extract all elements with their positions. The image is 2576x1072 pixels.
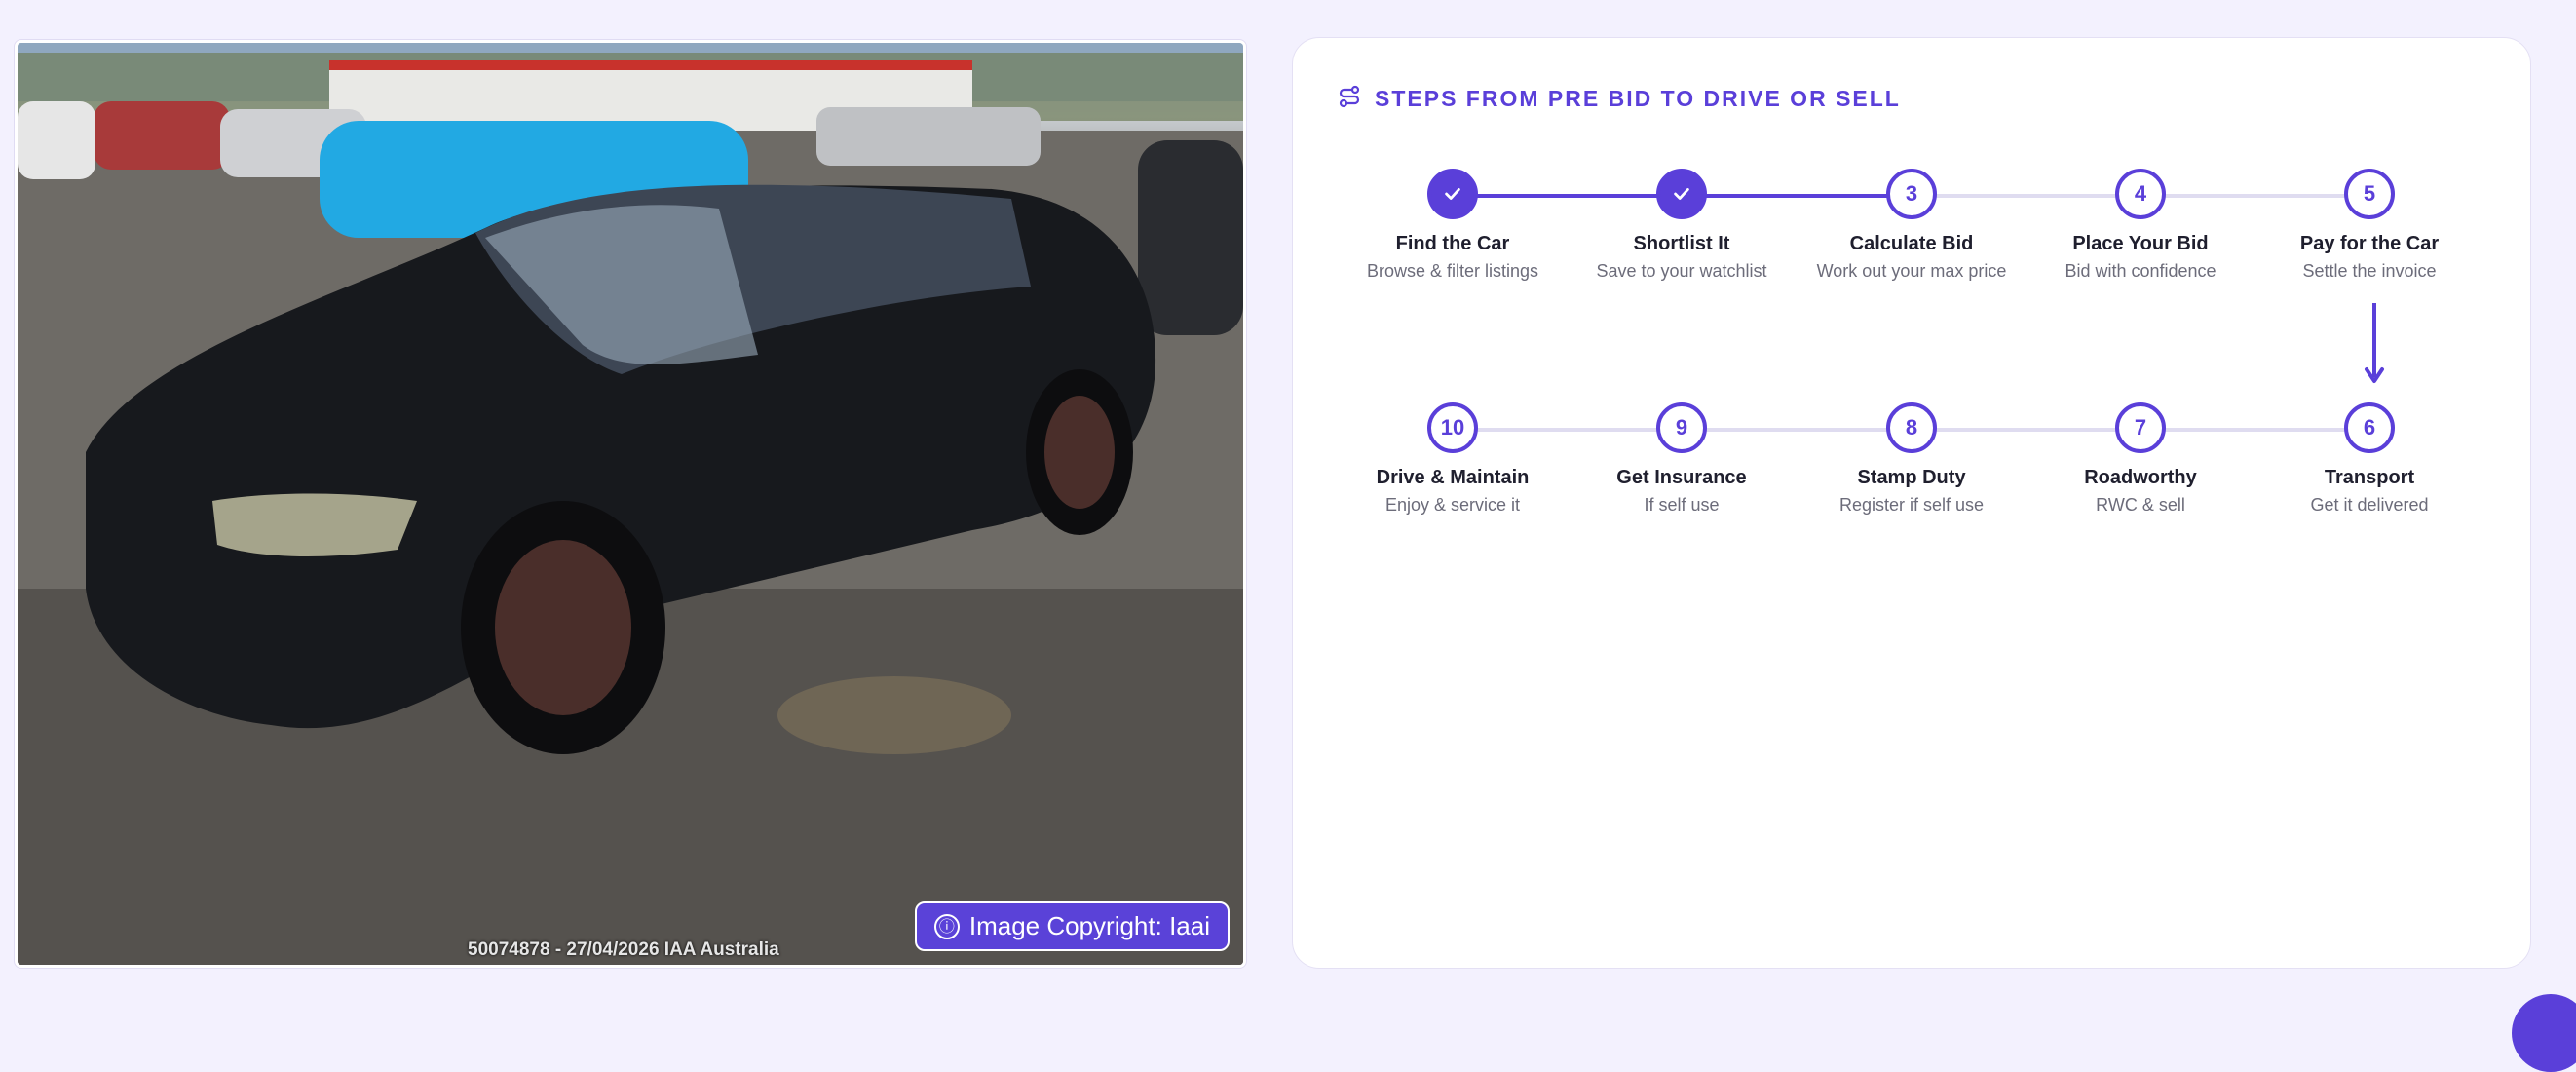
image-copyright-label: Image Copyright: Iaai (968, 911, 1210, 940)
route-icon (1338, 85, 1361, 113)
step-title: Roadworthy (2084, 467, 2197, 488)
vehicle-photo-card: 50074878 - 27/04/2026 IAA Australia ⓘ Im… (14, 39, 1247, 969)
step-title: Calculate Bid (1849, 233, 1974, 254)
step-subtitle: Bid with confidence (2065, 261, 2216, 281)
step-number: 9 (1656, 402, 1707, 453)
arrow-down-icon (2365, 303, 2384, 383)
step-subtitle: Work out your max price (1816, 261, 2007, 281)
step-title: Transport (2324, 467, 2415, 488)
step-title: Find the Car (1395, 233, 1510, 254)
step-subtitle: Register if self use (1838, 495, 1985, 515)
step-number: 8 (1886, 402, 1937, 453)
info-icon: ⓘ (933, 913, 960, 939)
step-8[interactable]: 8 Stamp Duty Register if self use (1799, 402, 2024, 516)
step-subtitle: Settle the invoice (2302, 261, 2437, 281)
step-7[interactable]: 7 Roadworthy RWC & sell (2028, 402, 2253, 516)
step-number: 10 (1427, 402, 1478, 453)
step-subtitle: Browse & filter listings (1366, 261, 1539, 281)
step-title: Place Your Bid (2072, 233, 2209, 254)
image-copyright-badge[interactable]: ⓘ Image Copyright: Iaai (914, 901, 1230, 951)
vehicle-photo[interactable]: 50074878 - 27/04/2026 IAA Australia ⓘ Im… (18, 43, 1243, 965)
steps-card: STEPS FROM PRE BID TO DRIVE OR SELL Find… (1292, 37, 2531, 969)
step-subtitle: If self use (1644, 495, 1720, 515)
step-1-checkmark-icon (1427, 169, 1478, 219)
step-5[interactable]: 5 Pay for the Car Settle the invoice (2257, 169, 2481, 282)
step-title: Pay for the Car (2299, 233, 2440, 254)
steps-header: STEPS FROM PRE BID TO DRIVE OR SELL (1338, 85, 1901, 113)
step-title: Drive & Maintain (1376, 467, 1530, 488)
steps-title: STEPS FROM PRE BID TO DRIVE OR SELL (1375, 86, 1901, 111)
step-number: 4 (2115, 169, 2166, 219)
step-4[interactable]: 4 Place Your Bid Bid with confidence (2028, 169, 2253, 282)
step-title: Stamp Duty (1857, 467, 1966, 488)
step-subtitle: RWC & sell (2096, 495, 2185, 515)
step-9[interactable]: 9 Get Insurance If self use (1570, 402, 1794, 516)
step-number: 6 (2344, 402, 2395, 453)
step-number: 7 (2115, 402, 2166, 453)
step-subtitle: Save to your watchlist (1596, 261, 1767, 281)
vehicle-photo-illustration (18, 43, 1243, 965)
step-2-checkmark-icon (1656, 169, 1707, 219)
step-2[interactable]: Shortlist It Save to your watchlist (1570, 169, 1794, 282)
step-10[interactable]: 10 Drive & Maintain Enjoy & service it (1341, 402, 1565, 516)
photo-watermark: 50074878 - 27/04/2026 IAA Australia (468, 939, 779, 960)
step-number: 3 (1886, 169, 1937, 219)
floating-action-button[interactable] (2512, 994, 2576, 1072)
step-subtitle: Get it delivered (2310, 495, 2429, 515)
step-1[interactable]: Find the Car Browse & filter listings (1341, 169, 1565, 282)
step-subtitle: Enjoy & service it (1384, 495, 1521, 515)
step-3[interactable]: 3 Calculate Bid Work out your max price (1799, 169, 2024, 282)
step-title: Get Insurance (1616, 467, 1747, 488)
step-6[interactable]: 6 Transport Get it delivered (2257, 402, 2481, 516)
step-title: Shortlist It (1633, 233, 1730, 254)
step-number: 5 (2344, 169, 2395, 219)
